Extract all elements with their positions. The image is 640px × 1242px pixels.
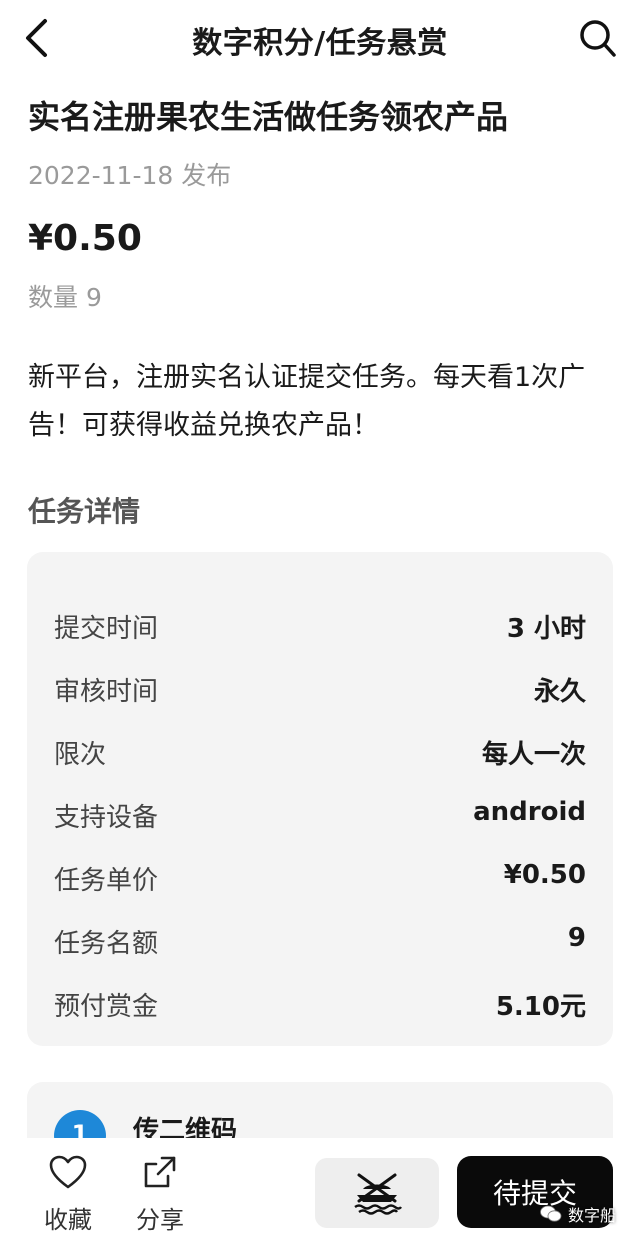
share-label: 分享	[136, 1206, 184, 1234]
publish-date: 2022-11-18 发布	[28, 161, 232, 190]
detail-label: 任务名额	[54, 929, 159, 959]
boat-icon	[354, 1173, 402, 1215]
detail-row: 预付赏金 5.10元	[27, 986, 613, 1026]
detail-row: 任务名额 9	[27, 923, 613, 963]
favorite-label: 收藏	[44, 1206, 92, 1234]
top-nav: 数字积分/任务悬赏	[0, 0, 640, 80]
detail-value: 每人一次	[481, 740, 586, 770]
detail-label: 限次	[54, 740, 107, 770]
search-button[interactable]	[578, 16, 618, 60]
detail-label: 审核时间	[54, 677, 159, 707]
detail-value: android	[473, 797, 586, 827]
bottom-action-bar: 收藏 分享 待提交	[0, 1138, 640, 1242]
watermark-text: 数字船	[568, 1206, 617, 1225]
task-title: 实名注册果农生活做任务领农产品	[28, 98, 509, 136]
boat-button[interactable]	[315, 1158, 439, 1228]
task-quantity: 数量 9	[28, 283, 102, 312]
detail-value: 5.10元	[495, 992, 586, 1022]
detail-row: 任务单价 ¥0.50	[27, 860, 613, 900]
share-icon	[144, 1156, 176, 1188]
heart-icon	[49, 1155, 87, 1189]
search-icon	[580, 20, 616, 57]
task-description: 新平台，注册实名认证提交任务。每天看1次广告！可获得收益兑换农产品！	[28, 362, 586, 441]
detail-row: 提交时间 3 小时	[27, 608, 613, 648]
detail-row: 审核时间 永久	[27, 671, 613, 711]
detail-label: 预付赏金	[54, 992, 159, 1022]
share-button[interactable]: 分享	[130, 1150, 190, 1235]
detail-row: 支持设备 android	[27, 797, 613, 837]
page-title: 数字积分/任务悬赏	[192, 26, 448, 61]
details-card: 提交时间 3 小时 审核时间 永久 限次 每人一次 支持设备 android 任…	[27, 552, 613, 1046]
detail-label: 支持设备	[54, 803, 159, 833]
detail-value: 永久	[533, 677, 586, 707]
details-section-title: 任务详情	[28, 495, 141, 528]
detail-label: 提交时间	[54, 614, 159, 644]
favorite-button[interactable]: 收藏	[38, 1150, 98, 1235]
detail-value: 9	[567, 923, 586, 953]
detail-value: ¥0.50	[503, 860, 586, 890]
detail-label: 任务单价	[54, 866, 159, 896]
wechat-icon	[540, 1205, 562, 1222]
detail-value: 3 小时	[506, 614, 586, 644]
watermark: 数字船	[540, 1202, 616, 1226]
detail-row: 限次 每人一次	[27, 734, 613, 774]
task-price: ¥0.50	[28, 218, 142, 259]
